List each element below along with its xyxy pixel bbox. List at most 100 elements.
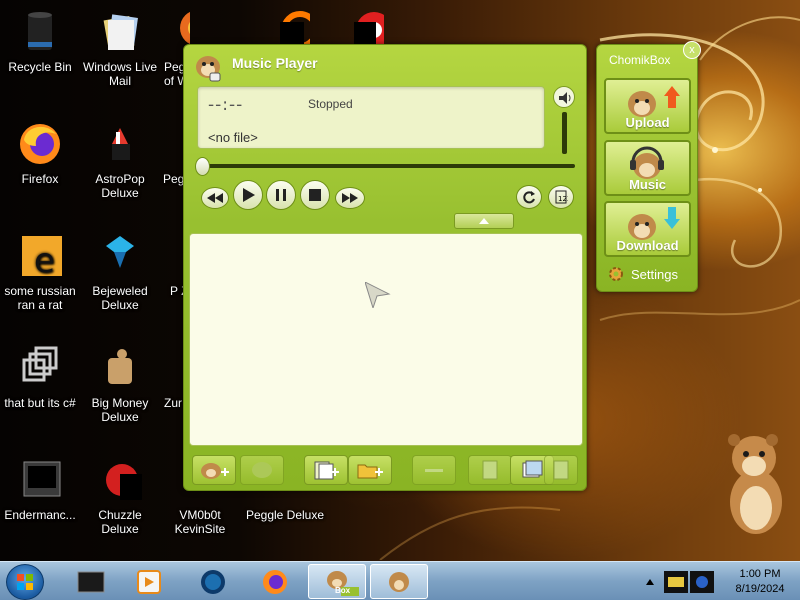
- svg-text:123: 123: [558, 195, 568, 203]
- chuzzle-icon: [96, 456, 144, 504]
- bejeweled-icon: [96, 232, 144, 280]
- download-label: Download: [616, 238, 679, 253]
- hamster-download-icon: [628, 207, 680, 240]
- gear-icon: [609, 267, 623, 281]
- taskbar-item-music-player[interactable]: [370, 564, 428, 599]
- clear-document-icon: [553, 460, 569, 480]
- volume-slider[interactable]: [562, 112, 567, 154]
- mouse-cursor-icon: [365, 282, 391, 308]
- desktop-icon-some-russian[interactable]: e some russian ran a rat: [0, 232, 80, 312]
- taskbar-item-chomikbox[interactable]: Box: [308, 564, 366, 599]
- desktop-icon-that-but-its-c[interactable]: that but its c#: [0, 344, 80, 410]
- hamster-headphones-icon: [630, 146, 664, 179]
- stop-icon: [309, 189, 321, 201]
- firefox-icon: [16, 120, 64, 168]
- chomikbox-panel[interactable]: ChomikBox x Upload Music Download Settin…: [596, 41, 701, 292]
- rewind-button[interactable]: [201, 187, 229, 209]
- current-file: <no file>: [208, 130, 258, 145]
- add-folder-button[interactable]: [348, 455, 392, 485]
- clock-time: 1:00 PM: [739, 568, 781, 580]
- taskbar-item-media-player[interactable]: [120, 564, 178, 599]
- icon-label: Endermanc...: [4, 508, 76, 522]
- volume-button[interactable]: [553, 86, 575, 108]
- icon-label: AstroPop Deluxe: [95, 172, 145, 200]
- chomikbox-title: ChomikBox: [609, 53, 670, 67]
- pause-button[interactable]: [266, 180, 296, 210]
- show-hidden-icons-chevron-icon: [646, 579, 654, 585]
- clock[interactable]: 1:00 PM 8/19/2024: [720, 567, 800, 597]
- icon-label: Peggle Deluxe: [245, 508, 325, 522]
- add-from-chomikbox-button[interactable]: [192, 455, 236, 485]
- settings-label: Settings: [631, 266, 678, 282]
- music-player-window[interactable]: Music Player --:-- Stopped <no file> 123: [183, 44, 587, 491]
- icon-label: Recycle Bin: [8, 60, 72, 74]
- save-playlist-button[interactable]: [468, 455, 512, 485]
- desktop-icon-bejeweled[interactable]: Bejeweled Deluxe: [80, 232, 160, 312]
- stop-button[interactable]: [300, 180, 330, 210]
- seek-handle[interactable]: [195, 157, 210, 176]
- desktop-icon-recycle-bin[interactable]: Recycle Bin: [0, 8, 80, 74]
- document-icon: [482, 460, 498, 480]
- playlist-area[interactable]: [189, 233, 583, 446]
- title-prefix: Chomik: [609, 53, 650, 67]
- settings-link[interactable]: Settings: [607, 265, 678, 283]
- terminal-icon: [16, 456, 64, 504]
- taskbar-item-globe[interactable]: [184, 564, 242, 599]
- close-button[interactable]: x: [683, 41, 701, 59]
- hamster-icon: [389, 571, 409, 592]
- astropop-icon: [96, 120, 144, 168]
- big-money-icon: [96, 344, 144, 392]
- firefox-icon: [263, 569, 287, 594]
- desktop-icon-firefox[interactable]: Firefox: [0, 120, 80, 186]
- icon-label: Windows Live Mail: [82, 60, 158, 88]
- desktop-icon-windows-live-mail[interactable]: Windows Live Mail: [80, 8, 160, 88]
- fast-forward-button[interactable]: [335, 187, 365, 209]
- icon-label: Big Money Deluxe: [91, 396, 149, 424]
- upload-label: Upload: [625, 115, 670, 130]
- remove-from-chomikbox-button[interactable]: [240, 455, 284, 485]
- shuffle-button[interactable]: 123: [548, 185, 574, 209]
- time-readout: --:--: [208, 95, 244, 115]
- globe-icon: [201, 569, 225, 594]
- hamster-dim-icon: [252, 462, 272, 478]
- pause-icon: [276, 189, 286, 201]
- chevron-up-icon: [479, 218, 489, 224]
- start-button[interactable]: [6, 564, 44, 600]
- icon-label: that but its c#: [4, 396, 76, 410]
- desktop-icon-big-money[interactable]: Big Money Deluxe: [80, 344, 160, 424]
- playlist-icon: [522, 460, 543, 478]
- download-button[interactable]: Download: [604, 201, 691, 257]
- shuffle-icon: 123: [555, 190, 568, 204]
- e-letter-icon: e: [16, 232, 64, 281]
- clear-playlist-button[interactable]: [544, 455, 578, 485]
- speaker-icon: [559, 92, 571, 104]
- collapse-tab[interactable]: [454, 213, 514, 229]
- music-label: Music: [629, 177, 666, 192]
- play-button[interactable]: [233, 180, 263, 210]
- add-file-icon: [314, 461, 339, 480]
- media-player-icon: [137, 569, 161, 594]
- title-suffix: Box: [649, 53, 671, 67]
- remove-selected-button[interactable]: [412, 455, 456, 485]
- desktop-icon-endermanc[interactable]: Endermanc...: [0, 456, 80, 522]
- player-title: Music Player: [232, 55, 318, 71]
- desktop-icon-chuzzle[interactable]: Chuzzle Deluxe: [80, 456, 160, 536]
- repeat-button[interactable]: [516, 185, 542, 209]
- icon-label: Chuzzle Deluxe: [98, 508, 142, 536]
- taskbar-item-firefox[interactable]: [246, 564, 304, 599]
- music-button[interactable]: Music: [604, 140, 691, 196]
- close-icon: x: [689, 44, 695, 56]
- repeat-icon: [523, 191, 535, 204]
- playback-status: Stopped: [308, 97, 353, 111]
- icon-label: VM0b0t KevinSite: [174, 508, 226, 536]
- taskbar-item-terminal[interactable]: [62, 564, 120, 599]
- seek-bar[interactable]: [201, 164, 575, 168]
- hamster-logo-icon: [192, 49, 226, 83]
- clock-date: 8/19/2024: [735, 583, 785, 595]
- icon-label: Bejeweled Deluxe: [92, 284, 148, 312]
- desktop-icon-astropop[interactable]: AstroPop Deluxe: [80, 120, 160, 200]
- add-files-button[interactable]: [304, 455, 348, 485]
- hamster-mascot-icon: [728, 434, 782, 534]
- upload-button[interactable]: Upload: [604, 78, 691, 134]
- icon-label: Firefox: [21, 172, 59, 186]
